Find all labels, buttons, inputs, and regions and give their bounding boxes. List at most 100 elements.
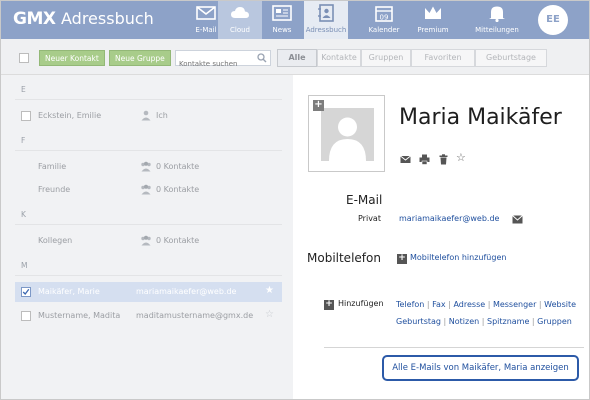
divider — [324, 347, 584, 348]
checkmark-icon — [22, 288, 30, 295]
bell-icon — [489, 6, 505, 22]
mail-icon — [196, 6, 216, 20]
calendar-icon: 09 — [375, 6, 393, 22]
list-item[interactable]: Familie 0 Kontakte — [15, 157, 282, 177]
list-item[interactable]: Mustername, Madita maditamustername@gmx.… — [15, 306, 282, 326]
contact-photo[interactable]: + — [308, 95, 385, 172]
divider — [15, 275, 282, 276]
mobile-section-heading: Mobiltelefon — [307, 251, 381, 265]
nav-addressbook[interactable]: Adressbuch — [304, 1, 348, 39]
filter-favorites[interactable]: Favoriten — [411, 49, 475, 67]
nav-calendar-label: Kalender — [368, 26, 400, 34]
add-photo-button[interactable]: + — [313, 100, 324, 111]
search-icon[interactable] — [257, 53, 267, 63]
add-field-label: Hinzufügen — [338, 299, 384, 308]
contact-name: Mustername, Madita — [38, 311, 121, 320]
top-navigation: GMX Adressbuch E-Mail Cloud News Adressb… — [1, 1, 589, 39]
contact-full-name: Maria Maikäfer — [399, 105, 562, 130]
add-field-links-row2: Geburtstag | Notizen | Spitzname | Grupp… — [396, 317, 572, 326]
filter-contacts[interactable]: Kontakte — [317, 49, 361, 67]
add-groups-link[interactable]: Gruppen — [537, 317, 572, 326]
nav-addressbook-label: Adressbuch — [305, 26, 347, 34]
group-icon — [141, 184, 151, 195]
add-mobile-link[interactable]: Mobiltelefon hinzufügen — [410, 253, 506, 262]
addressbook-window: GMX Adressbuch E-Mail Cloud News Adressb… — [0, 0, 590, 400]
calendar-day: 09 — [380, 14, 389, 22]
group-count: 0 Kontakte — [156, 236, 200, 245]
printer-icon[interactable] — [419, 154, 430, 165]
list-item[interactable]: Kollegen 0 Kontakte — [15, 231, 282, 251]
send-email-icon[interactable] — [512, 215, 523, 224]
nav-premium-label: Premium — [417, 26, 449, 34]
select-all-checkbox[interactable] — [19, 53, 29, 63]
cloud-icon — [231, 7, 249, 18]
section-letter-k: K — [21, 210, 26, 219]
row-checkbox[interactable] — [21, 111, 31, 121]
group-name: Kollegen — [38, 236, 73, 245]
nav-calendar[interactable]: 09 Kalender — [362, 1, 406, 39]
add-website-link[interactable]: Website — [544, 300, 576, 309]
group-count: 0 Kontakte — [156, 185, 200, 194]
list-item[interactable]: Freunde 0 Kontakte — [15, 180, 282, 200]
contact-search-input[interactable] — [176, 57, 256, 71]
gmx-logo[interactable]: GMX — [13, 9, 56, 29]
contact-email: maditamustername@gmx.de — [136, 311, 254, 320]
contact-info: Ich — [156, 111, 168, 120]
contact-list-pane — [1, 39, 293, 399]
nav-premium[interactable]: Premium — [411, 1, 455, 39]
section-letter-f: F — [21, 136, 26, 145]
add-mobile-icon[interactable]: + — [397, 254, 407, 264]
group-icon — [141, 161, 151, 172]
divider — [15, 150, 282, 151]
trash-icon[interactable] — [438, 154, 449, 165]
favorite-star-icon[interactable]: ☆ — [265, 309, 274, 320]
user-avatar[interactable]: EE — [538, 5, 568, 35]
email-section-heading: E-Mail — [346, 193, 383, 207]
row-checkbox-checked[interactable] — [21, 287, 31, 297]
add-field-links-row1: Telefon | Fax | Adresse | Messenger | We… — [396, 300, 577, 309]
add-notes-link[interactable]: Notizen — [449, 317, 479, 326]
favorite-star-icon[interactable]: ★ — [265, 285, 274, 296]
app-title: Adressbuch — [61, 9, 154, 28]
group-name: Freunde — [38, 185, 71, 194]
new-contact-button[interactable]: Neuer Kontakt — [39, 50, 105, 66]
contact-name: Maikäfer, Marie — [38, 287, 100, 296]
avatar-placeholder — [321, 108, 374, 161]
section-letter-m: M — [21, 261, 28, 270]
list-item-selected[interactable]: Maikäfer, Marie mariamaikaefer@web.de ★ — [15, 282, 282, 302]
add-field-icon: + — [324, 299, 334, 310]
group-count: 0 Kontakte — [156, 162, 200, 171]
add-address-link[interactable]: Adresse — [453, 300, 485, 309]
email-type-label: Privat — [358, 214, 381, 223]
divider — [15, 224, 282, 225]
contact-name: Eckstein, Emilie — [38, 111, 102, 120]
group-name: Familie — [38, 162, 67, 171]
contact-email: mariamaikaefer@web.de — [136, 287, 237, 296]
show-all-emails-button[interactable]: Alle E-Mails von Maikäfer, Maria anzeige… — [382, 355, 579, 381]
contact-search-field[interactable] — [175, 50, 271, 71]
section-letter-e: E — [21, 85, 26, 94]
crown-icon — [425, 6, 441, 19]
filter-all[interactable]: Alle — [277, 49, 317, 67]
email-link[interactable]: mariamaikaefer@web.de — [399, 214, 499, 223]
addressbook-icon — [318, 4, 334, 22]
filter-birthdays[interactable]: Geburtstage — [475, 49, 547, 67]
person-icon — [141, 110, 151, 121]
nav-notifications[interactable]: Mitteilungen — [475, 1, 519, 39]
nav-notifications-label: Mitteilungen — [475, 26, 519, 34]
add-fax-link[interactable]: Fax — [432, 300, 446, 309]
add-birthday-link[interactable]: Geburtstag — [396, 317, 441, 326]
row-checkbox[interactable] — [21, 311, 31, 321]
add-phone-link[interactable]: Telefon — [396, 300, 424, 309]
add-nickname-link[interactable]: Spitzname — [487, 317, 529, 326]
list-item[interactable]: Eckstein, Emilie Ich — [15, 106, 282, 126]
favorite-star-icon[interactable]: ☆ — [456, 151, 468, 164]
envelope-icon[interactable] — [400, 154, 411, 165]
divider — [15, 99, 282, 100]
filter-groups[interactable]: Gruppen — [361, 49, 411, 67]
person-silhouette-icon — [329, 117, 366, 161]
add-messenger-link[interactable]: Messenger — [493, 300, 536, 309]
new-group-button[interactable]: Neue Gruppe — [109, 50, 171, 66]
news-icon — [272, 5, 292, 21]
group-icon — [141, 235, 151, 246]
